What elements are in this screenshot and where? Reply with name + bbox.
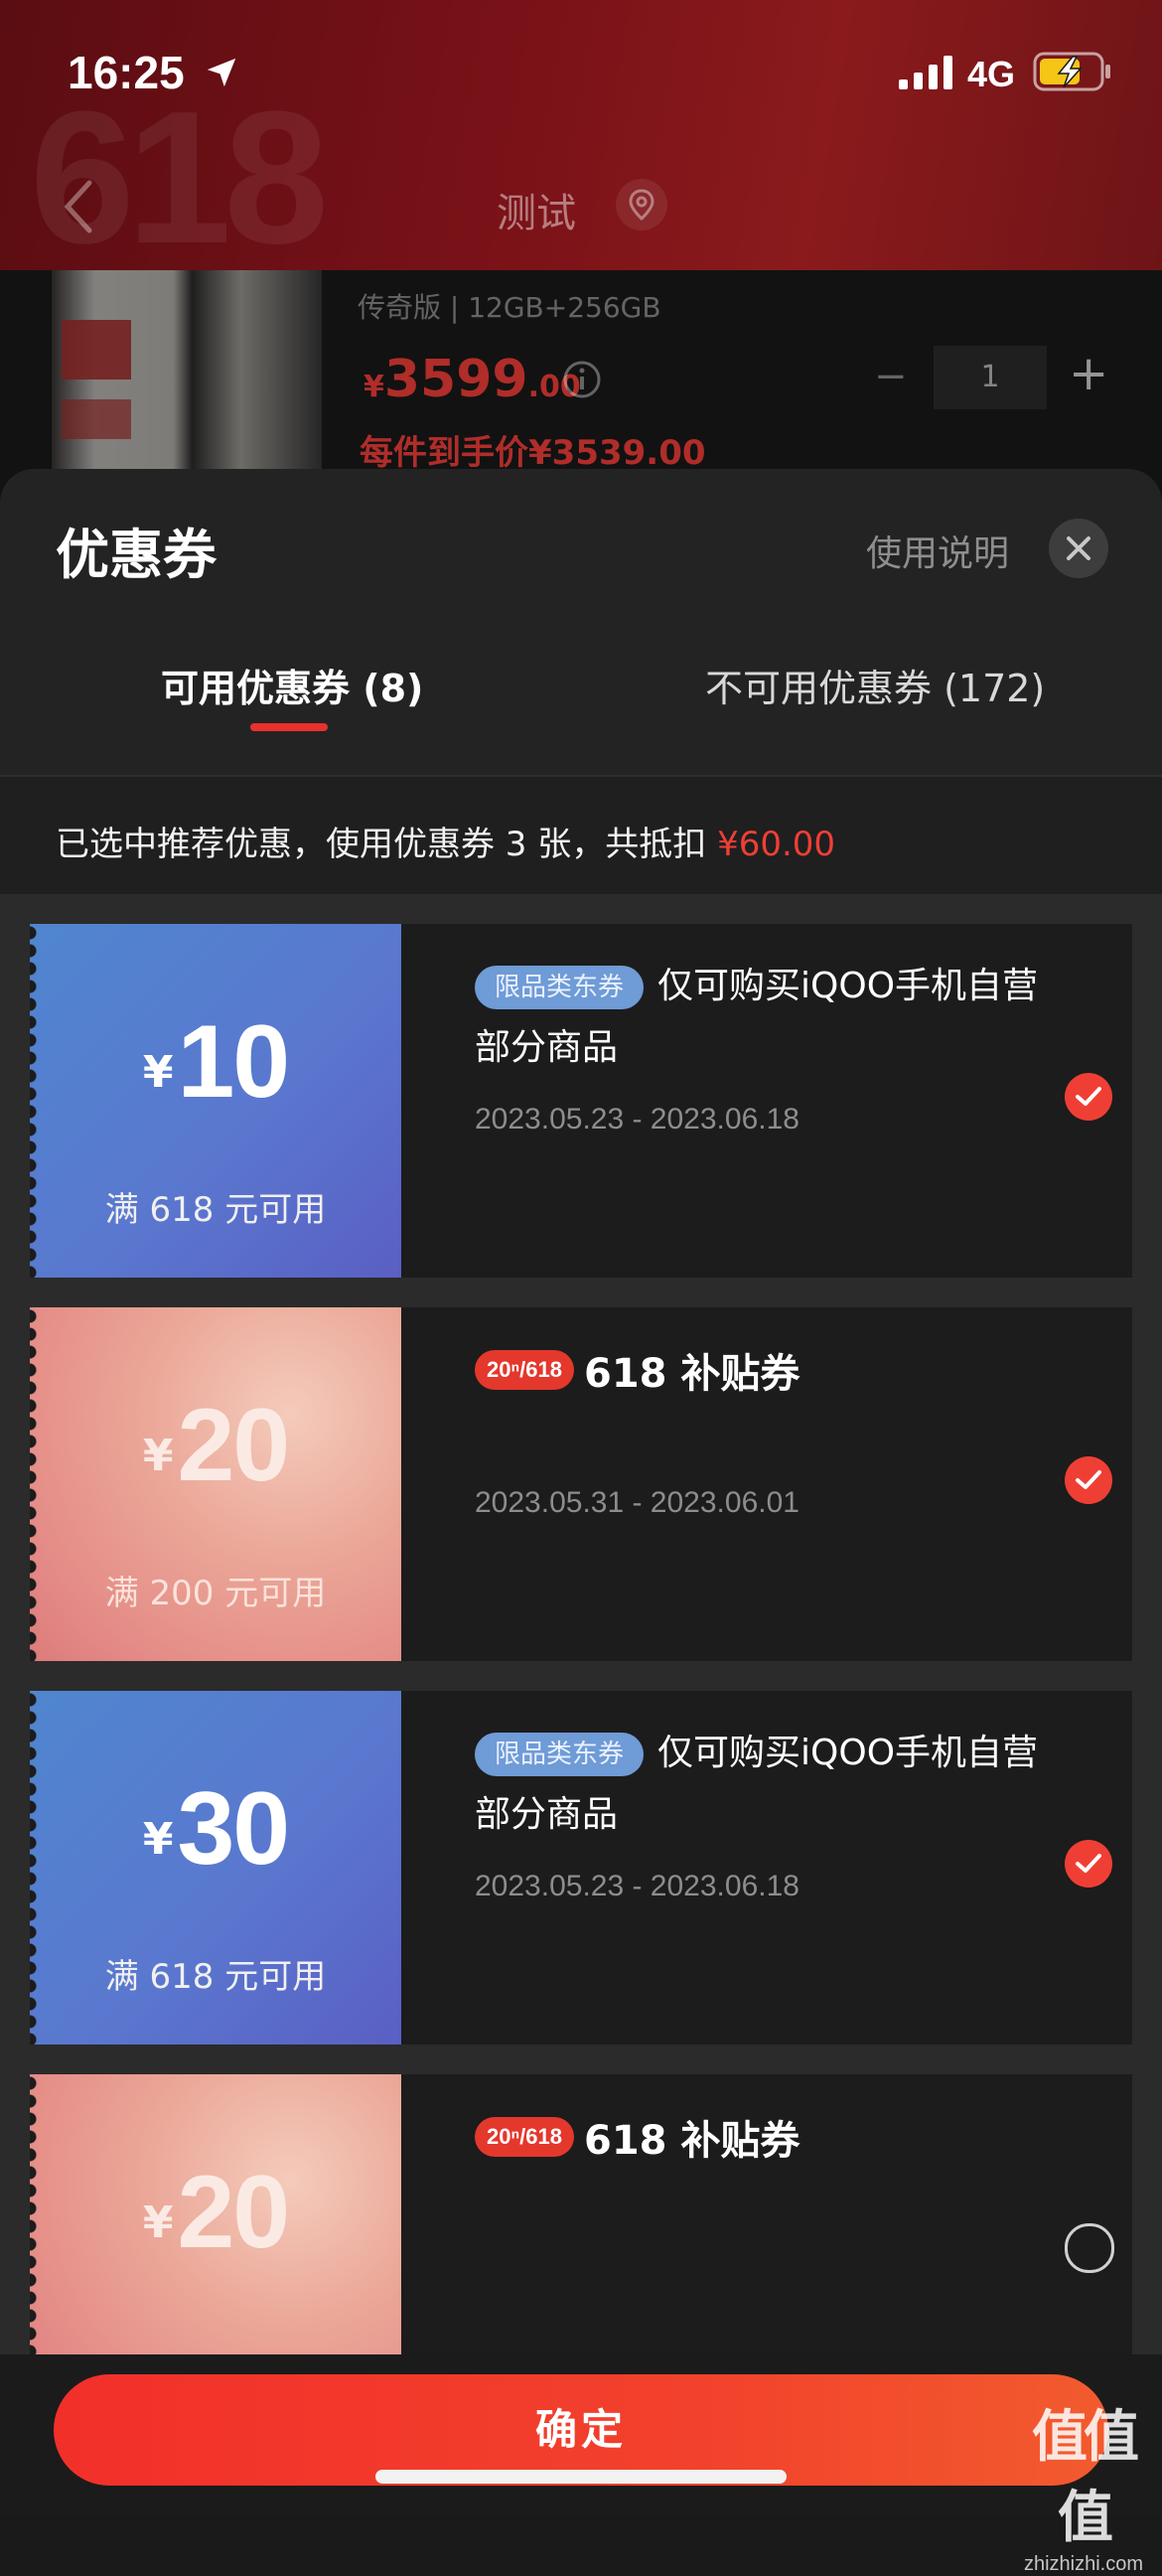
coupon-amount: ¥20	[142, 1388, 290, 1503]
back-icon[interactable]	[60, 177, 95, 236]
location-arrow-icon	[207, 58, 236, 87]
coupon-title: 限品类东券 仅可购买iQOO手机自营部分商品	[475, 966, 1039, 1068]
coupon-validity: 2023.05.23 - 2023.06.18	[475, 1103, 799, 1136]
coupon-condition: 满 200 元可用	[104, 1574, 327, 1613]
coupon-value-panel: ¥20	[30, 2074, 401, 2354]
coupon-title: 限品类东券 仅可购买iQOO手机自营部分商品	[475, 1733, 1039, 1835]
coupon-condition: 满 618 元可用	[104, 1957, 327, 1997]
coupon-checkbox[interactable]	[1065, 1456, 1112, 1504]
coupon-amount: ¥30	[142, 1771, 290, 1887]
sheet-title: 优惠券	[56, 524, 217, 586]
tab-available[interactable]: 可用优惠券 (8)	[161, 658, 423, 712]
active-tab-indicator	[250, 723, 328, 731]
thumb-promo-badge	[62, 320, 131, 379]
check-icon	[1076, 1087, 1101, 1106]
location-pin-icon[interactable]	[614, 177, 669, 232]
coupon-amount: ¥20	[142, 2155, 290, 2270]
status-bar: 16:25 4G	[0, 0, 1162, 149]
subsidy-badge: 20ⁿ/618	[475, 2117, 575, 2157]
quantity-decrease-button[interactable]: −	[874, 354, 908, 399]
summary-amount: ¥60.00	[717, 825, 836, 864]
close-icon	[1067, 536, 1090, 560]
check-icon	[1076, 1470, 1101, 1489]
battery-charging-icon	[1033, 52, 1110, 91]
coupon-validity: 2023.05.23 - 2023.06.18	[475, 1870, 799, 1902]
close-button[interactable]	[1049, 519, 1108, 578]
coupon-value-panel: ¥20 满 200 元可用	[30, 1307, 401, 1661]
signal-icon	[899, 56, 952, 89]
nav-title: 测试	[497, 191, 576, 236]
coupon-title: 20ⁿ/618 618 补贴券	[475, 2108, 799, 2164]
watermark-logo: 值值值 zhizhizhi.com	[1023, 2405, 1144, 2575]
subsidy-badge: 20ⁿ/618	[475, 1350, 575, 1390]
coupon-sheet: 优惠券 使用说明 可用优惠券 (8) 不可用优惠券 (172) 已选中推荐优惠，…	[0, 469, 1162, 2515]
coupon-validity: 2023.05.31 - 2023.06.01	[475, 1486, 799, 1519]
coupon-card[interactable]: ¥20 满 200 元可用 20ⁿ/618 618 补贴券 2023.05.31 …	[30, 1307, 1132, 1661]
check-icon	[1076, 1854, 1101, 1873]
summary-text: 已选中推荐优惠，使用优惠券 3 张，共抵扣 ¥60.00	[56, 825, 836, 864]
category-tag: 限品类东券	[475, 1733, 645, 1776]
coupon-list: ¥10 满 618 元可用 限品类东券 仅可购买iQOO手机自营部分商品 2023…	[0, 894, 1162, 2354]
usage-instructions-link[interactable]: 使用说明	[866, 525, 1009, 576]
tab-unavailable[interactable]: 不可用优惠券 (172)	[705, 658, 1045, 712]
coupon-value-panel: ¥10 满 618 元可用	[30, 924, 401, 1278]
coupon-details: 20ⁿ/618 618 补贴券	[401, 2074, 1132, 2354]
coupon-details: 限品类东券 仅可购买iQOO手机自营部分商品 2023.05.23 - 2023.…	[401, 1691, 1132, 2045]
coupon-details: 限品类东券 仅可购买iQOO手机自营部分商品 2023.05.23 - 2023.…	[401, 924, 1132, 1278]
coupon-card[interactable]: ¥10 满 618 元可用 限品类东券 仅可购买iQOO手机自营部分商品 2023…	[30, 924, 1132, 1278]
category-tag: 限品类东券	[475, 966, 645, 1009]
quantity-increase-button[interactable]: +	[1069, 346, 1108, 401]
coupon-amount: ¥10	[142, 1004, 290, 1120]
coupon-checkbox[interactable]	[1065, 1073, 1112, 1121]
network-label: 4G	[967, 54, 1016, 94]
home-indicator[interactable]	[375, 2470, 787, 2484]
coupon-card[interactable]: ¥20 20ⁿ/618 618 补贴券	[30, 2074, 1132, 2354]
coupon-checkbox[interactable]	[1065, 1840, 1112, 1888]
selection-summary: 已选中推荐优惠，使用优惠券 3 张，共抵扣 ¥60.00	[0, 775, 1162, 896]
product-price: ¥3599.00	[363, 350, 581, 409]
thumb-promo-badge	[62, 399, 131, 439]
product-variant[interactable]: 传奇版 | 12GB+256GB	[358, 286, 661, 326]
sheet-footer: 确定	[0, 2354, 1162, 2515]
status-time: 16:25	[68, 47, 185, 98]
final-unit-price: 每件到手价¥3539.00	[360, 433, 706, 473]
background-page: 618 16:25 4G 测试 传奇版 | 12GB+256GB ¥3599.0…	[0, 0, 1162, 517]
quantity-input[interactable]: 1	[934, 346, 1047, 409]
coupon-tabs: 可用优惠券 (8) 不可用优惠券 (172)	[0, 658, 1162, 777]
coupon-card[interactable]: ¥30 满 618 元可用 限品类东券 仅可购买iQOO手机自营部分商品 2023…	[30, 1691, 1132, 2045]
coupon-value-panel: ¥30 满 618 元可用	[30, 1691, 401, 2045]
coupon-details: 20ⁿ/618 618 补贴券 2023.05.31 - 2023.06.01	[401, 1307, 1132, 1661]
coupon-checkbox[interactable]	[1065, 2223, 1114, 2273]
coupon-title: 20ⁿ/618 618 补贴券	[475, 1341, 799, 1397]
coupon-condition: 满 618 元可用	[104, 1190, 327, 1230]
info-icon[interactable]	[562, 360, 602, 399]
